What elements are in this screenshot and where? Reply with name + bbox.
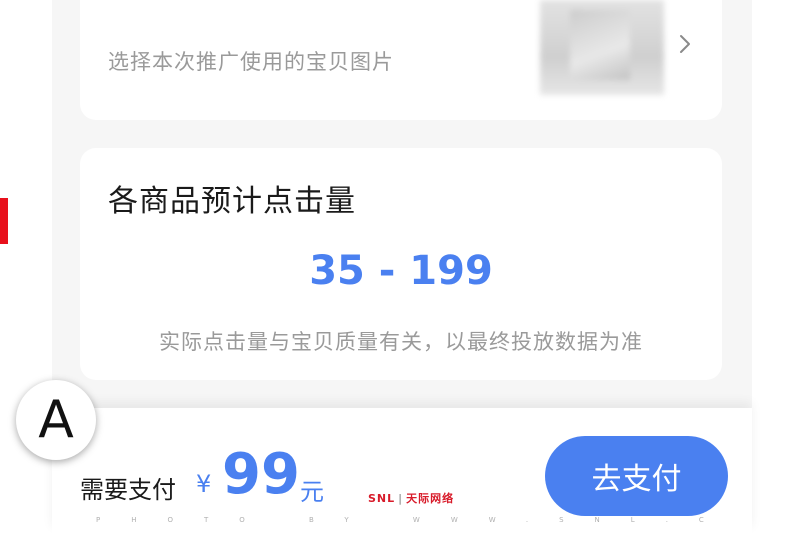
estimated-clicks-note: 实际点击量与宝贝质量有关，以最终投放数据为准	[159, 330, 643, 354]
currency-symbol: ¥	[196, 470, 212, 498]
pay-button[interactable]: 去支付	[545, 436, 728, 516]
estimated-clicks-title: 各商品预计点击量	[108, 184, 356, 219]
watermark-logo: SNL | 天际网络	[368, 492, 455, 505]
chevron-right-icon[interactable]	[675, 34, 695, 54]
option-badge: A	[16, 380, 96, 460]
red-edge-marker	[0, 198, 8, 244]
watermark-text: PHOTO BY WWW.SNL.CN	[96, 516, 716, 524]
currency-unit: 元	[300, 478, 324, 506]
payment-label: 需要支付	[80, 476, 176, 504]
image-select-card[interactable]: 选择本次推广使用的宝贝图片	[80, 0, 722, 120]
watermark-logo-cn: 天际网络	[406, 492, 455, 505]
estimated-clicks-card: 各商品预计点击量 35 - 199 实际点击量与宝贝质量有关，以最终投放数据为准	[80, 148, 722, 380]
payment-amount: 99	[222, 442, 300, 507]
watermark-logo-text: SNL	[368, 492, 396, 505]
product-thumbnail[interactable]	[540, 0, 664, 95]
image-select-hint: 选择本次推广使用的宝贝图片	[108, 50, 394, 74]
estimated-clicks-range: 35 - 199	[309, 248, 493, 294]
